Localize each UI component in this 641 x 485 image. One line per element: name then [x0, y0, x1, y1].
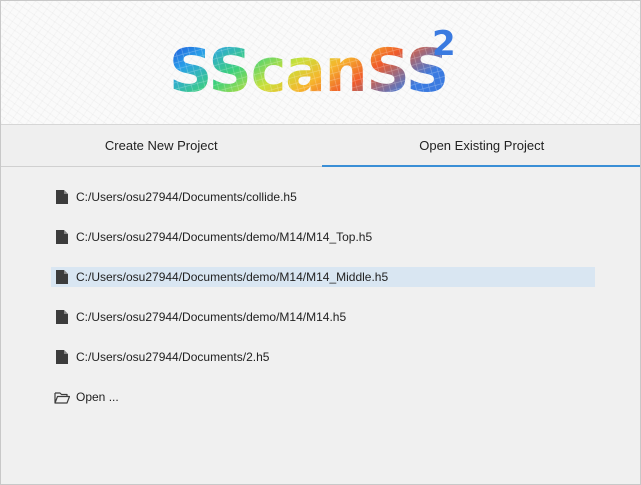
recent-file-item-selected[interactable]: C:/Users/osu27944/Documents/demo/M14/M14…	[51, 267, 595, 287]
tab-create-new-project[interactable]: Create New Project	[1, 125, 322, 167]
file-icon	[54, 349, 70, 365]
open-project-button[interactable]: Open ...	[51, 387, 595, 407]
open-label: Open ...	[76, 390, 119, 404]
file-icon	[54, 269, 70, 285]
recent-file-item[interactable]: C:/Users/osu27944/Documents/2.h5	[51, 347, 595, 367]
logo-superscript: 2	[432, 24, 456, 64]
recent-file-path: C:/Users/osu27944/Documents/demo/M14/M14…	[76, 230, 373, 244]
recent-projects-list: C:/Users/osu27944/Documents/collide.h5 C…	[51, 187, 595, 427]
banner: SScanSS SScanSS 2	[1, 1, 640, 125]
recent-file-path: C:/Users/osu27944/Documents/demo/M14/M14…	[76, 310, 347, 324]
recent-file-path: C:/Users/osu27944/Documents/demo/M14/M14…	[76, 270, 389, 284]
svg-text:SScanSS: SScanSS	[169, 36, 448, 99]
recent-file-item[interactable]: C:/Users/osu27944/Documents/demo/M14/M14…	[51, 307, 595, 327]
project-tabs: Create New Project Open Existing Project	[1, 125, 640, 167]
file-icon	[54, 189, 70, 205]
welcome-dialog: SScanSS SScanSS 2 Create New Project Ope…	[0, 0, 641, 485]
recent-file-item[interactable]: C:/Users/osu27944/Documents/collide.h5	[51, 187, 595, 207]
recent-file-path: C:/Users/osu27944/Documents/2.h5	[76, 350, 270, 364]
recent-file-path: C:/Users/osu27944/Documents/collide.h5	[76, 190, 297, 204]
tab-open-existing-project[interactable]: Open Existing Project	[321, 125, 640, 167]
sscanss-logo: SScanSS SScanSS 2	[169, 24, 456, 99]
folder-open-icon	[54, 389, 70, 405]
file-icon	[54, 229, 70, 245]
recent-file-item[interactable]: C:/Users/osu27944/Documents/demo/M14/M14…	[51, 227, 595, 247]
file-icon	[54, 309, 70, 325]
